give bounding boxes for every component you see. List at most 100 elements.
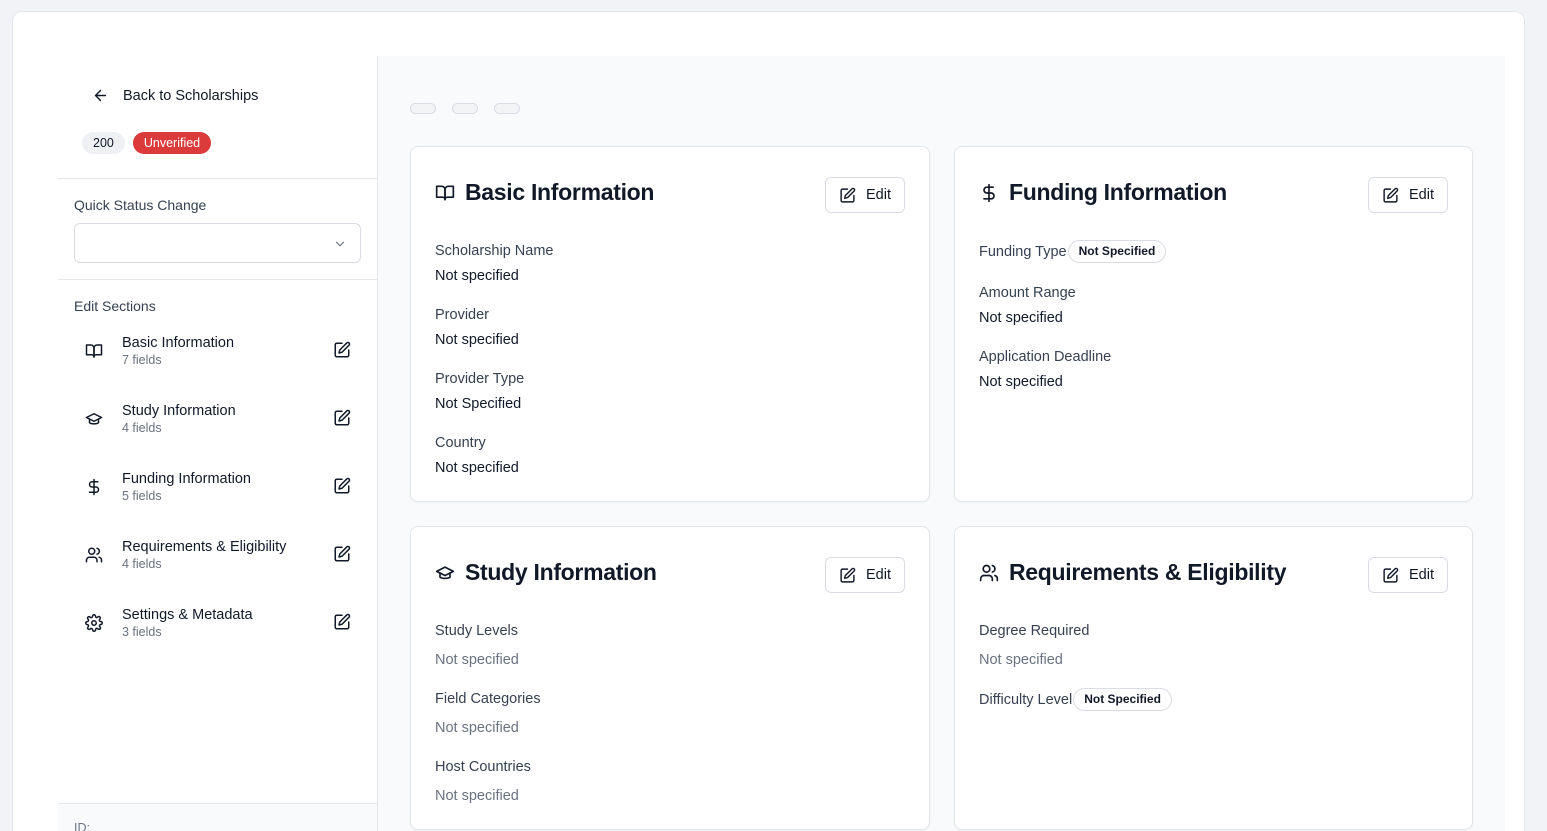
edit-requirements-eligibility-button[interactable]: Edit — [1368, 557, 1448, 593]
tab-placeholders — [410, 103, 520, 114]
card-title: Basic Information — [465, 179, 655, 205]
field-label: Field Categories — [435, 691, 541, 707]
edit-button-label: Edit — [866, 567, 891, 583]
field-label: Study Levels — [435, 623, 519, 639]
field-provider: Provider Not specified — [435, 306, 519, 349]
edit-icon — [1383, 567, 1399, 583]
edit-funding-information-button[interactable]: Edit — [1368, 177, 1448, 213]
field-value: Not Specified — [435, 396, 522, 412]
tab-placeholder[interactable] — [410, 103, 436, 114]
divider — [58, 178, 377, 179]
sidebar-item-title: Study Information — [122, 403, 236, 419]
chevron-down-icon — [335, 241, 345, 247]
edit-sections-list: Basic Information 7 fields Study Informa… — [74, 334, 361, 674]
edit-icon[interactable] — [333, 409, 351, 427]
sidebar-item-study-information[interactable]: Study Information 4 fields — [74, 402, 361, 470]
edit-icon[interactable] — [333, 477, 351, 495]
sidebar-item-field-count: 7 fields — [122, 353, 162, 367]
status-badge: Unverified — [132, 132, 212, 154]
divider — [58, 279, 377, 280]
sidebar-item-field-count: 3 fields — [122, 625, 162, 639]
sidebar-item-funding-information[interactable]: Funding Information 5 fields — [74, 470, 361, 538]
tab-placeholder[interactable] — [452, 103, 478, 114]
dollar-icon — [983, 183, 995, 202]
book-icon — [85, 344, 103, 358]
sidebar-item-field-count: 5 fields — [122, 489, 162, 503]
field-value: Not specified — [435, 788, 519, 804]
field-value: Not specified — [435, 332, 519, 348]
edit-icon — [1383, 187, 1399, 203]
field-label: Difficulty Level — [979, 691, 1073, 708]
back-to-scholarships-link[interactable]: Back to Scholarships — [92, 87, 258, 104]
field-label: Host Countries — [435, 759, 531, 775]
field-country: Country Not specified — [435, 434, 519, 477]
sidebar-item-basic-information[interactable]: Basic Information 7 fields — [74, 334, 361, 402]
field-value: Not specified — [979, 374, 1063, 390]
card-title: Funding Information — [1009, 179, 1227, 205]
field-label: Provider — [435, 307, 489, 323]
field-degree-required: Degree Required Not specified — [979, 622, 1089, 669]
field-value: Not specified — [435, 268, 519, 284]
sidebar-item-settings-metadata[interactable]: Settings & Metadata 3 fields — [74, 606, 361, 674]
field-label: Funding Type — [979, 243, 1067, 260]
requirements-eligibility-card: Requirements & Eligibility Edit Degree R… — [954, 526, 1473, 830]
field-study-levels: Study Levels Not specified — [435, 622, 519, 669]
field-scholarship-name: Scholarship Name Not specified — [435, 242, 553, 285]
sidebar-item-requirements-eligibility[interactable]: Requirements & Eligibility 4 fields — [74, 538, 361, 606]
badge-row: 200 Unverified — [82, 132, 212, 154]
field-label: Country — [435, 435, 486, 451]
book-icon — [435, 185, 455, 200]
field-label: Provider Type — [435, 371, 525, 387]
gear-icon — [85, 614, 103, 632]
dollar-icon — [88, 478, 100, 496]
field-label: Application Deadline — [979, 349, 1112, 365]
funding-information-card: Funding Information Edit Funding Type No… — [954, 146, 1473, 502]
graduation-cap-icon — [435, 565, 455, 579]
funding-type-badge: Not Specified — [1067, 240, 1167, 263]
edit-icon — [840, 567, 856, 583]
field-label: Degree Required — [979, 623, 1090, 639]
field-value: Not specified — [435, 652, 519, 668]
arrow-left-icon — [94, 89, 107, 102]
field-value: Not specified — [435, 720, 519, 736]
edit-icon[interactable] — [333, 341, 351, 359]
edit-basic-information-button[interactable]: Edit — [825, 177, 905, 213]
sidebar-item-field-count: 4 fields — [122, 557, 162, 571]
sidebar-item-title: Funding Information — [122, 471, 251, 487]
quick-status-select[interactable] — [74, 223, 361, 263]
field-value: Not specified — [979, 310, 1063, 326]
tab-placeholder[interactable] — [494, 103, 520, 114]
sidebar-item-title: Basic Information — [122, 335, 235, 351]
difficulty-level-badge: Not Specified — [1073, 688, 1172, 711]
main-content: Basic Information Edit Scholarship Name … — [378, 56, 1505, 831]
edit-icon[interactable] — [333, 545, 351, 563]
field-amount-range: Amount Range Not specified — [979, 284, 1076, 327]
sidebar: Back to Scholarships 200 Unverified Quic… — [58, 56, 378, 831]
basic-information-card: Basic Information Edit Scholarship Name … — [410, 146, 930, 502]
sidebar-item-field-count: 4 fields — [122, 421, 162, 435]
card-title: Requirements & Eligibility — [1009, 559, 1287, 585]
field-funding-type: Funding Type Not Specified — [979, 240, 1167, 263]
edit-button-label: Edit — [1409, 567, 1434, 583]
field-provider-type: Provider Type Not Specified — [435, 370, 524, 413]
sidebar-footer: ID: — [58, 803, 377, 831]
edit-study-information-button[interactable]: Edit — [825, 557, 905, 593]
back-link-label: Back to Scholarships — [123, 87, 259, 104]
quick-status-label: Quick Status Change — [74, 197, 207, 213]
edit-icon — [840, 187, 856, 203]
edit-icon[interactable] — [333, 613, 351, 631]
edit-button-label: Edit — [1409, 187, 1434, 203]
users-icon — [85, 547, 103, 563]
users-icon — [979, 564, 999, 581]
field-value: Not specified — [435, 460, 519, 476]
study-information-card: Study Information Edit Study Levels Not … — [410, 526, 930, 830]
field-label: Scholarship Name — [435, 243, 554, 259]
app-window: Back to Scholarships 200 Unverified Quic… — [12, 11, 1525, 831]
count-badge: 200 — [82, 132, 125, 154]
card-title: Study Information — [465, 559, 657, 585]
graduation-cap-icon — [85, 413, 103, 425]
id-label: ID: — [74, 821, 90, 831]
field-application-deadline: Application Deadline Not specified — [979, 348, 1111, 391]
sidebar-item-title: Requirements & Eligibility — [122, 539, 287, 555]
field-difficulty-level: Difficulty Level Not Specified — [979, 688, 1172, 711]
